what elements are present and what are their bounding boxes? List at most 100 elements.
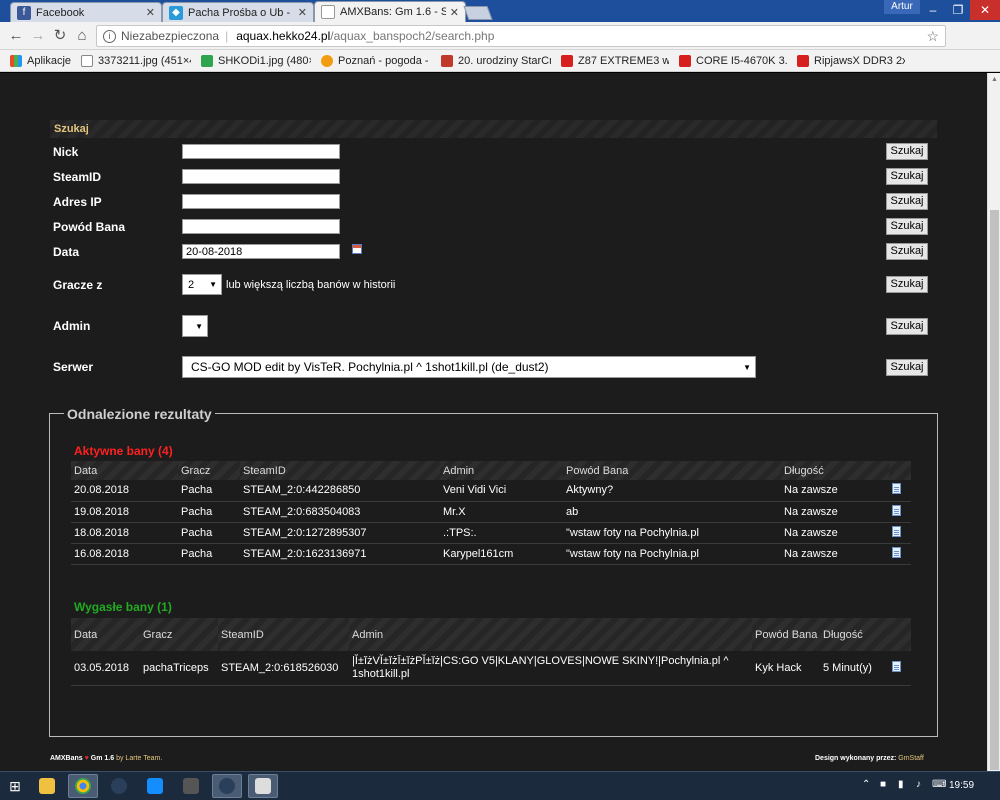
details-icon[interactable]	[892, 546, 901, 558]
close-icon[interactable]: ✕	[450, 6, 459, 19]
bookmark-label: SHKODi1.jpg (480×4	[218, 54, 312, 67]
ban-count-select[interactable]: 2 ▼	[182, 274, 222, 295]
team-link[interactable]: Larte Team.	[125, 755, 162, 762]
taskbar-steam[interactable]	[104, 774, 134, 798]
search-nick-button[interactable]: Szukaj	[886, 143, 928, 160]
col-admin[interactable]: Admin	[440, 461, 563, 480]
scroll-thumb[interactable]	[990, 210, 999, 770]
facebook-icon: f	[17, 5, 31, 20]
col-length[interactable]: Długość	[781, 461, 889, 480]
col-steamid[interactable]: SteamID	[218, 618, 349, 651]
ip-input[interactable]	[182, 194, 340, 209]
bookmark-item[interactable]: CORE I5-4670K 3.4GH	[679, 54, 787, 67]
tab-amxbans[interactable]: AMXBans: Gm 1.6 - Szuka ✕	[314, 1, 466, 22]
cell-length: Na zawsze	[781, 501, 889, 523]
details-icon[interactable]	[892, 504, 901, 516]
search-players-button[interactable]: Szukaj	[886, 276, 928, 293]
minimize-button[interactable]: –	[920, 0, 946, 20]
col-player[interactable]: Gracz	[140, 618, 218, 651]
bookmark-item[interactable]: 3373211.jpg (451×41	[81, 54, 191, 67]
col-length[interactable]: Długość	[820, 618, 889, 651]
image-icon	[81, 54, 94, 67]
col-player[interactable]: Gracz	[178, 461, 240, 480]
taskbar-battlenet[interactable]	[140, 774, 170, 798]
close-icon[interactable]: ✕	[146, 6, 155, 19]
tab-title: Facebook	[36, 6, 85, 19]
keyboard-icon[interactable]: ⌨	[932, 779, 946, 790]
profile-button[interactable]: Artur	[884, 0, 920, 14]
cell-admin: |Ĭ±ĭż‍VĬ±ĭżĪ±ĭżPĬ±ĭż|CS:GO V5|KLANY|GLOV…	[349, 651, 752, 686]
table-row[interactable]: 18.08.2018 Pacha STEAM_2:0:1272895307 .:…	[71, 522, 911, 544]
tab-forum[interactable]: ◆ Pacha Prośba o Ub - Poz ✕	[162, 2, 314, 22]
server-select[interactable]: CS-GO MOD edit by VisTeR. Pochylnia.pl ^…	[182, 356, 756, 378]
tab-facebook[interactable]: f Facebook ✕	[10, 2, 162, 22]
taskbar-chrome[interactable]	[68, 774, 98, 798]
col-admin[interactable]: Admin	[349, 618, 752, 651]
url-path: /aquax_banspoch2/search.php	[330, 29, 495, 43]
home-icon[interactable]: ⌂	[72, 27, 92, 45]
tray-up-icon[interactable]: ⌃	[862, 779, 870, 790]
back-icon[interactable]: ←	[6, 27, 26, 45]
cell-steamid: STEAM_2:0:1623136971	[240, 543, 440, 565]
table-row[interactable]: 20.08.2018 Pacha STEAM_2:0:442286850 Ven…	[71, 480, 911, 502]
search-ip-button[interactable]: Szukaj	[886, 193, 928, 210]
steamid-input[interactable]	[182, 169, 340, 184]
tray-app-icon[interactable]: ■	[880, 779, 886, 790]
cell-admin: Mr.X	[440, 501, 563, 523]
sun-icon	[321, 54, 334, 67]
bookmark-item[interactable]: SHKODi1.jpg (480×4	[201, 54, 312, 67]
admin-select[interactable]: ▼	[182, 315, 208, 337]
search-admin-button[interactable]: Szukaj	[886, 318, 928, 335]
forward-icon[interactable]: →	[28, 27, 48, 45]
bookmark-item[interactable]: Poznań - pogoda - P	[321, 54, 431, 67]
col-date[interactable]: Data	[71, 618, 140, 651]
reason-input[interactable]	[182, 219, 340, 234]
reload-icon[interactable]: ↻	[50, 27, 70, 45]
bookmark-star-icon[interactable]: ☆	[926, 28, 939, 45]
col-date[interactable]: Data	[71, 461, 178, 480]
network-icon[interactable]: ▮	[898, 779, 904, 790]
calendar-icon[interactable]	[352, 244, 362, 254]
cell-player: Pacha	[178, 480, 240, 502]
cell-player: Pacha	[178, 501, 240, 523]
bookmark-apps[interactable]: Aplikacje	[10, 54, 71, 67]
taskbar-app[interactable]	[176, 774, 206, 798]
volume-icon[interactable]: ♪	[916, 779, 921, 790]
ip-label: Adres IP	[53, 195, 102, 209]
new-tab-button[interactable]	[463, 6, 493, 20]
info-icon[interactable]: i	[103, 29, 116, 43]
details-icon[interactable]	[892, 660, 901, 672]
table-row[interactable]: 19.08.2018 Pacha STEAM_2:0:683504083 Mr.…	[71, 501, 911, 523]
close-icon[interactable]: ✕	[298, 6, 307, 19]
page-scrollbar[interactable]: ▲	[987, 73, 1000, 771]
clock[interactable]: 19:59	[949, 780, 974, 791]
server-label: Serwer	[53, 360, 94, 374]
details-icon[interactable]	[892, 525, 901, 537]
scroll-up-icon[interactable]: ▲	[991, 76, 998, 83]
close-window-button[interactable]: ✕	[970, 0, 1000, 20]
search-steamid-button[interactable]: Szukaj	[886, 168, 928, 185]
col-reason[interactable]: Powód Bana	[752, 618, 820, 651]
taskbar-steam-active[interactable]	[212, 774, 242, 798]
col-steamid[interactable]: SteamID	[240, 461, 440, 480]
col-reason[interactable]: Powód Bana	[563, 461, 781, 480]
taskbar-explorer[interactable]	[32, 774, 62, 798]
details-icon[interactable]	[892, 483, 901, 495]
taskbar-game[interactable]	[248, 774, 278, 798]
maximize-button[interactable]: ❐	[946, 0, 970, 20]
date-input[interactable]	[182, 244, 340, 259]
address-bar[interactable]: i Niezabezpieczona | aquax.hekko24.pl/aq…	[96, 25, 946, 47]
search-date-button[interactable]: Szukaj	[886, 243, 928, 260]
designer-link[interactable]: GmStaff	[898, 755, 924, 762]
table-row[interactable]: 16.08.2018 Pacha STEAM_2:0:1623136971 Ka…	[71, 543, 911, 565]
bookmark-item[interactable]: RipjawsX DDR3 2x4G	[797, 54, 905, 67]
shop-icon	[797, 54, 810, 67]
tab-strip: f Facebook ✕ ◆ Pacha Prośba o Ub - Poz ✕…	[0, 0, 1000, 22]
bookmark-item[interactable]: 20. urodziny StarCraf	[441, 54, 551, 67]
bookmark-item[interactable]: Z87 EXTREME3 w Mo	[561, 54, 669, 67]
nick-input[interactable]	[182, 144, 340, 159]
search-server-button[interactable]: Szukaj	[886, 359, 928, 376]
table-row[interactable]: 03.05.2018 pachaTriceps STEAM_2:0:618526…	[71, 651, 911, 686]
search-reason-button[interactable]: Szukaj	[886, 218, 928, 235]
windows-start-icon[interactable]: ⊞	[4, 775, 26, 797]
